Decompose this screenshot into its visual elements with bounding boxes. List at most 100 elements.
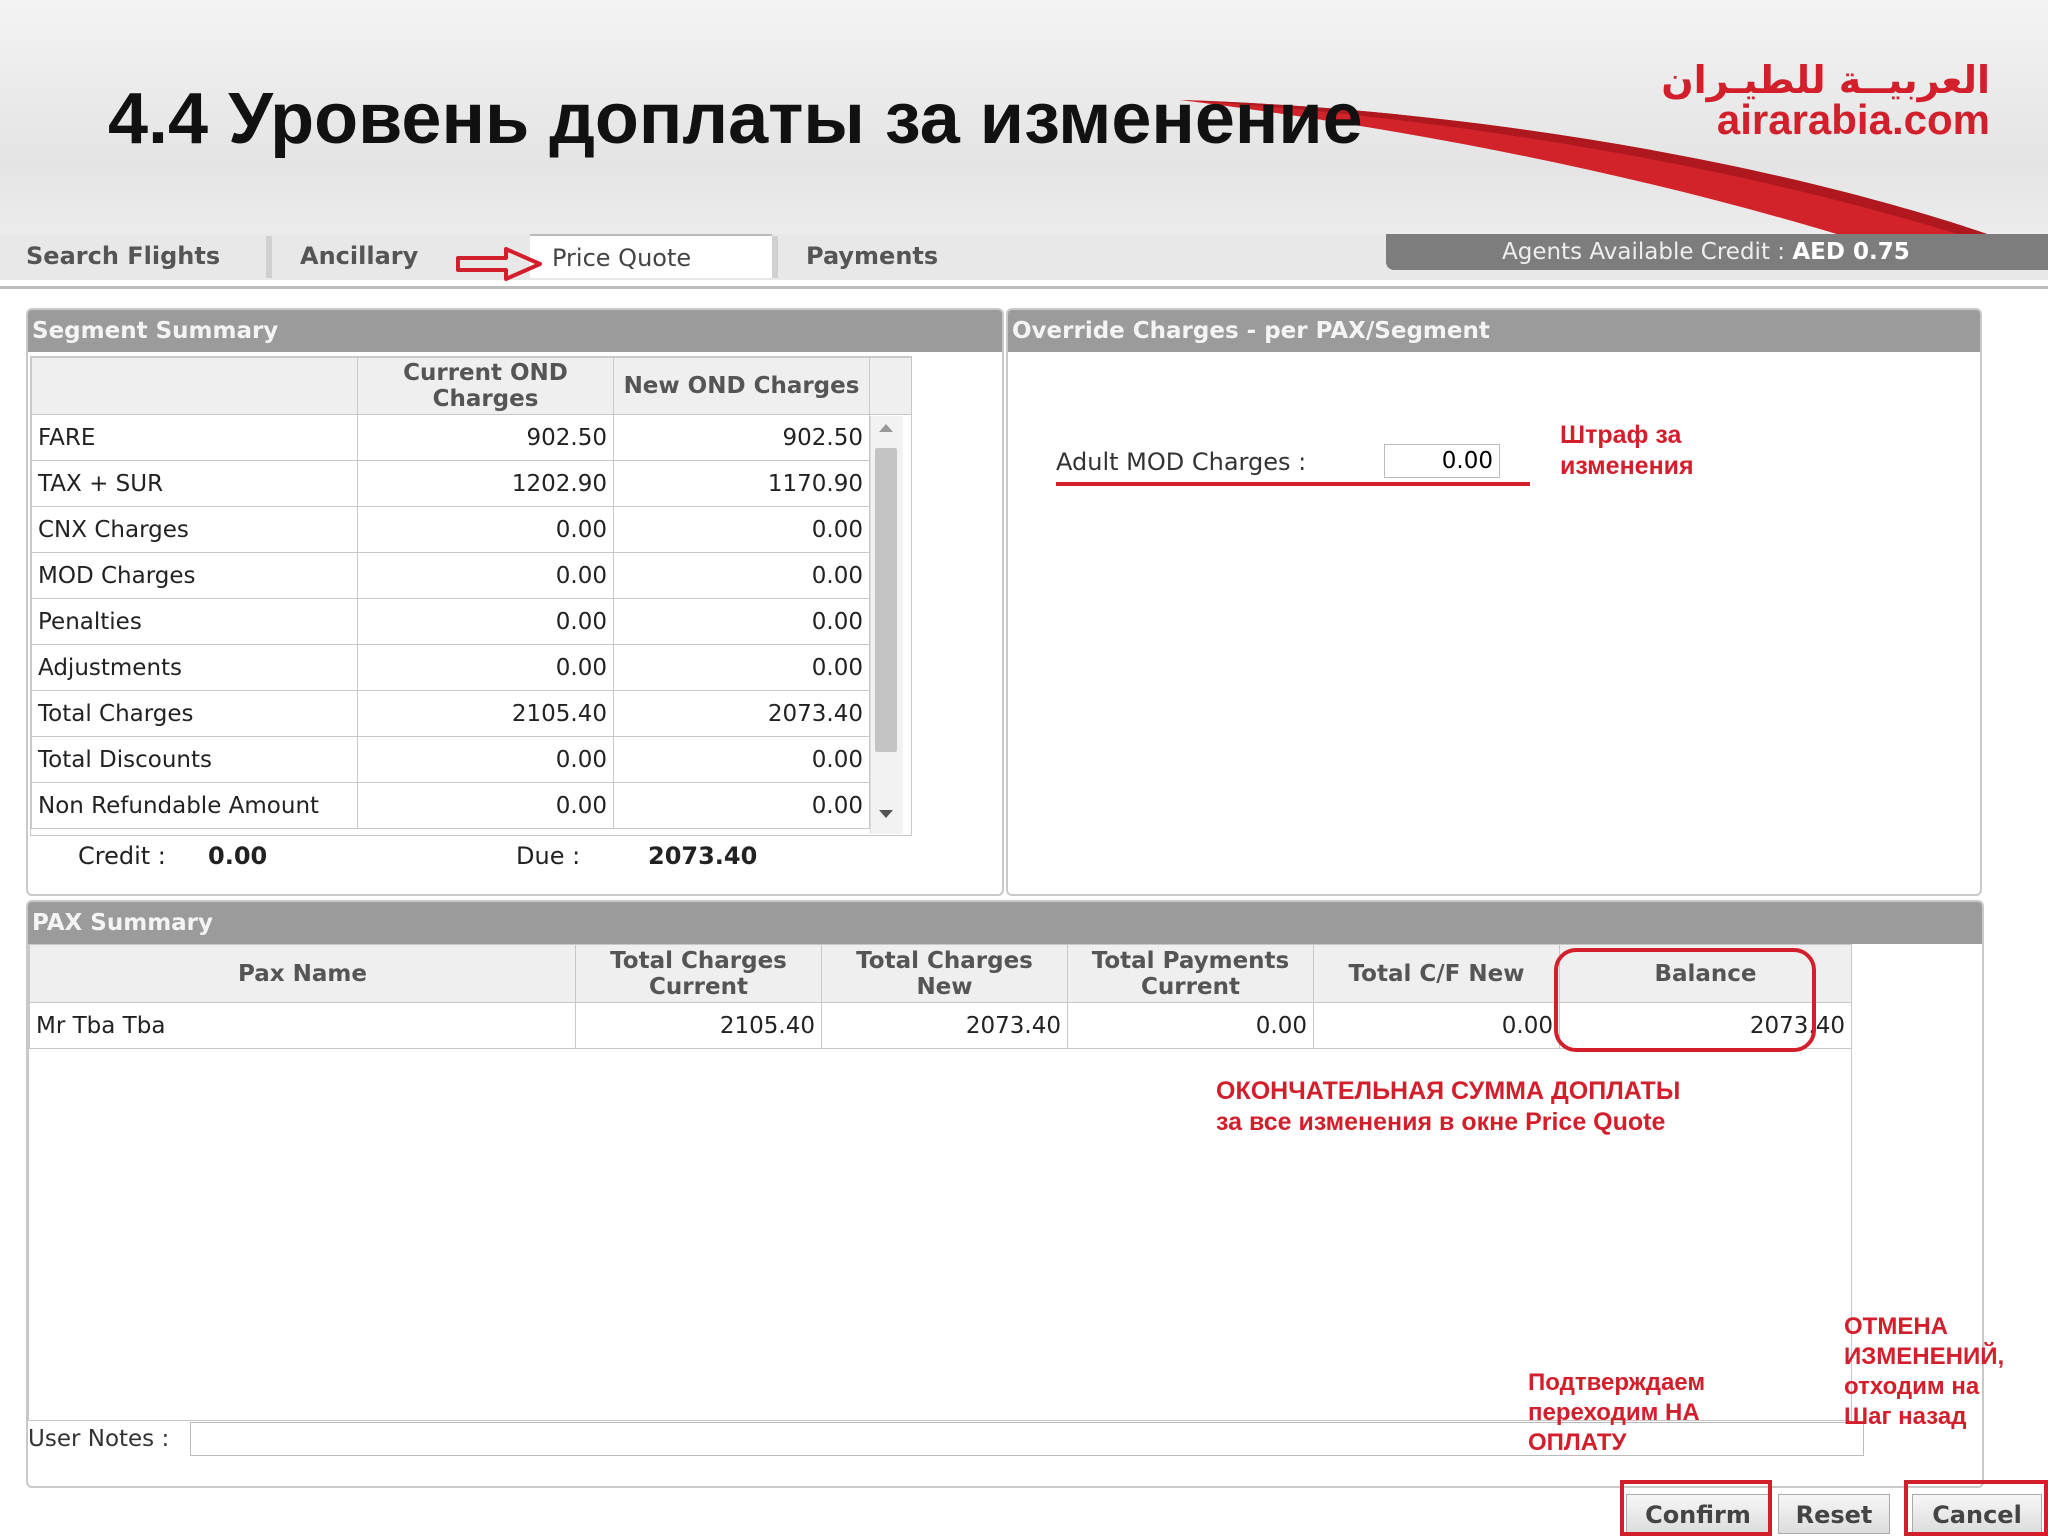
annotation-line: за все изменения в окне Price Quote [1216, 1108, 1666, 1136]
airarabia-logo: airarabia.com [1716, 96, 1990, 143]
cancel-annotation: ОТМЕНА ИЗМЕНЕНИЙ, отходим на Шаг назад [1844, 1312, 2004, 1432]
current-value: 0.00 [357, 552, 614, 599]
pax-name: Mr Tba Tba [29, 1002, 576, 1049]
column-header-spacer [869, 357, 911, 415]
column-header: Current OND Charges [357, 357, 614, 415]
new-value: 2073.40 [613, 690, 870, 737]
column-header: Total Payments Current [1067, 944, 1314, 1003]
user-notes-label: User Notes : [28, 1426, 170, 1452]
new-value: 0.00 [613, 506, 870, 553]
row-label: FARE [31, 414, 358, 461]
new-value: 902.50 [613, 414, 870, 461]
row-label: MOD Charges [31, 552, 358, 599]
tab-separator [266, 236, 272, 278]
new-value: 0.00 [613, 736, 870, 783]
tab-search-flights[interactable]: Search Flights [4, 234, 266, 278]
new-value: 0.00 [613, 782, 870, 829]
current-value: 902.50 [357, 414, 614, 461]
row-label: Total Discounts [31, 736, 358, 783]
red-underline [1056, 482, 1530, 486]
confirm-highlight [1620, 1480, 1772, 1536]
current-value: 0.00 [357, 506, 614, 553]
row-label: Adjustments [31, 644, 358, 691]
annotation-line: Штраф за [1560, 421, 1682, 449]
new-value: 1170.90 [613, 460, 870, 507]
scroll-down-icon[interactable] [879, 810, 893, 818]
agent-credit-value: AED 0.75 [1792, 239, 1910, 265]
table-row: FARE 902.50 902.50 [31, 414, 912, 461]
balance-highlight [1554, 948, 1816, 1052]
penalty-annotation: Штраф за изменения [1560, 420, 1694, 482]
table-row: MOD Charges 0.00 0.00 [31, 552, 912, 599]
slide-title: 4.4 Уровень доплаты за изменение [108, 79, 1363, 159]
column-header [31, 357, 358, 415]
segment-summary-title: Segment Summary [28, 310, 1002, 352]
annotation-line: Шаг назад [1844, 1403, 1967, 1430]
new-value: 0.00 [613, 644, 870, 691]
column-header: Pax Name [29, 944, 576, 1003]
annotation-line: Подтверждаем [1528, 1369, 1706, 1396]
column-header: Total Charges Current [575, 944, 822, 1003]
annotation-line: ОТМЕНА [1844, 1313, 1948, 1340]
tab-label: Ancillary [300, 242, 419, 270]
tab-label: Payments [806, 242, 939, 270]
table-row: Total Discounts 0.00 0.00 [31, 736, 912, 783]
credit-value: 0.00 [208, 842, 268, 870]
row-label: Total Charges [31, 690, 358, 737]
confirm-annotation: Подтверждаем переходим НА ОПЛАТУ [1528, 1368, 1705, 1458]
column-header: Total Charges New [821, 944, 1068, 1003]
current-value: 2105.40 [357, 690, 614, 737]
table-row: Non Refundable Amount 0.00 0.00 [31, 782, 912, 829]
cancel-highlight [1904, 1480, 2048, 1536]
table-header-row: Current OND Charges New OND Charges [31, 357, 911, 415]
current-value: 0.00 [357, 598, 614, 645]
tab-label: Search Flights [26, 242, 221, 270]
tab-underline [0, 286, 2048, 289]
due-label: Due : [516, 842, 581, 870]
annotation-line: отходим на [1844, 1373, 1980, 1400]
new-value: 0.00 [613, 598, 870, 645]
annotation-line: ОКОНЧАТЕЛЬНАЯ СУММА ДОПЛАТЫ [1216, 1077, 1681, 1105]
annotation-line: ОПЛАТУ [1528, 1429, 1627, 1456]
column-header: Total C/F New [1313, 944, 1560, 1003]
row-label: Penalties [31, 598, 358, 645]
segment-summary-table-wrap: Current OND Charges New OND Charges FARE… [30, 356, 912, 836]
current-value: 0.00 [357, 644, 614, 691]
payments-current: 0.00 [1067, 1002, 1314, 1049]
current-value: 0.00 [357, 736, 614, 783]
new-value: 0.00 [613, 552, 870, 599]
tab-payments[interactable]: Payments [784, 234, 1026, 278]
scroll-up-icon[interactable] [879, 424, 893, 432]
due-value: 2073.40 [648, 842, 758, 870]
annotation-line: переходим НА [1528, 1399, 1700, 1426]
table-row: Total Charges 2105.40 2073.40 [31, 690, 912, 737]
table-row: CNX Charges 0.00 0.00 [31, 506, 912, 553]
cf-new: 0.00 [1313, 1002, 1560, 1049]
tab-separator [772, 236, 778, 278]
final-amount-annotation: ОКОНЧАТЕЛЬНАЯ СУММА ДОПЛАТЫ за все измен… [1216, 1076, 1680, 1138]
reset-button[interactable]: Reset [1778, 1494, 1890, 1534]
charges-current: 2105.40 [575, 1002, 822, 1049]
override-charges-panel: Override Charges - per PAX/Segment [1006, 308, 1982, 896]
pax-summary-title: PAX Summary [28, 902, 1982, 944]
segment-summary-table: Current OND Charges New OND Charges FARE… [31, 357, 912, 829]
agent-credit-bar: Agents Available Credit : AED 0.75 [1386, 234, 2048, 270]
table-row: TAX + SUR 1202.90 1170.90 [31, 460, 912, 507]
current-value: 0.00 [357, 782, 614, 829]
current-value: 1202.90 [357, 460, 614, 507]
scroll-thumb[interactable] [875, 448, 897, 752]
credit-label: Credit : [78, 842, 166, 870]
charges-new: 2073.40 [821, 1002, 1068, 1049]
override-charges-title: Override Charges - per PAX/Segment [1008, 310, 1980, 352]
annotation-line: изменения [1560, 452, 1694, 480]
row-label: TAX + SUR [31, 460, 358, 507]
adult-mod-charges-input[interactable] [1384, 444, 1500, 478]
agent-credit-label: Agents Available Credit : [1502, 239, 1786, 265]
red-arrow-icon [456, 247, 542, 281]
segment-scrollbar[interactable] [870, 416, 903, 834]
table-row: Adjustments 0.00 0.00 [31, 644, 912, 691]
tab-price-quote[interactable]: Price Quote [530, 234, 772, 278]
row-label: CNX Charges [31, 506, 358, 553]
annotation-line: ИЗМЕНЕНИЙ, [1844, 1343, 2005, 1370]
column-header: New OND Charges [613, 357, 870, 415]
